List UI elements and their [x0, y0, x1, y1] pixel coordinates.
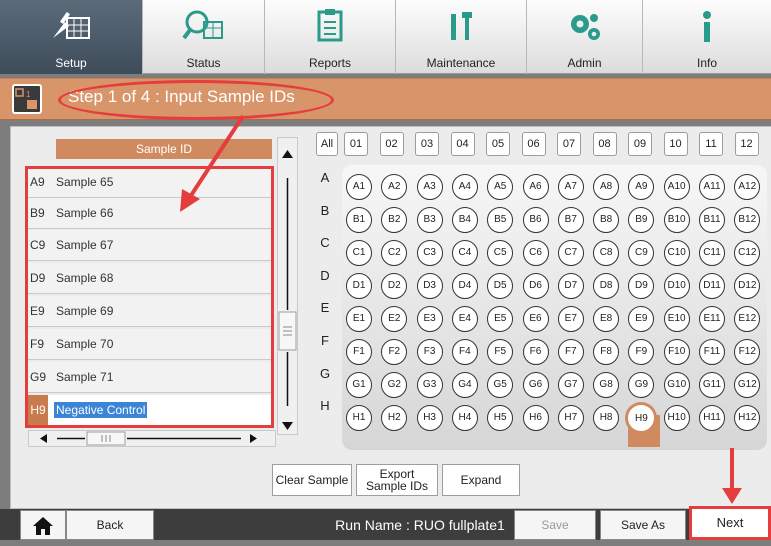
arrow-to-list: [188, 114, 245, 199]
annotation-arrows: [180, 114, 742, 504]
